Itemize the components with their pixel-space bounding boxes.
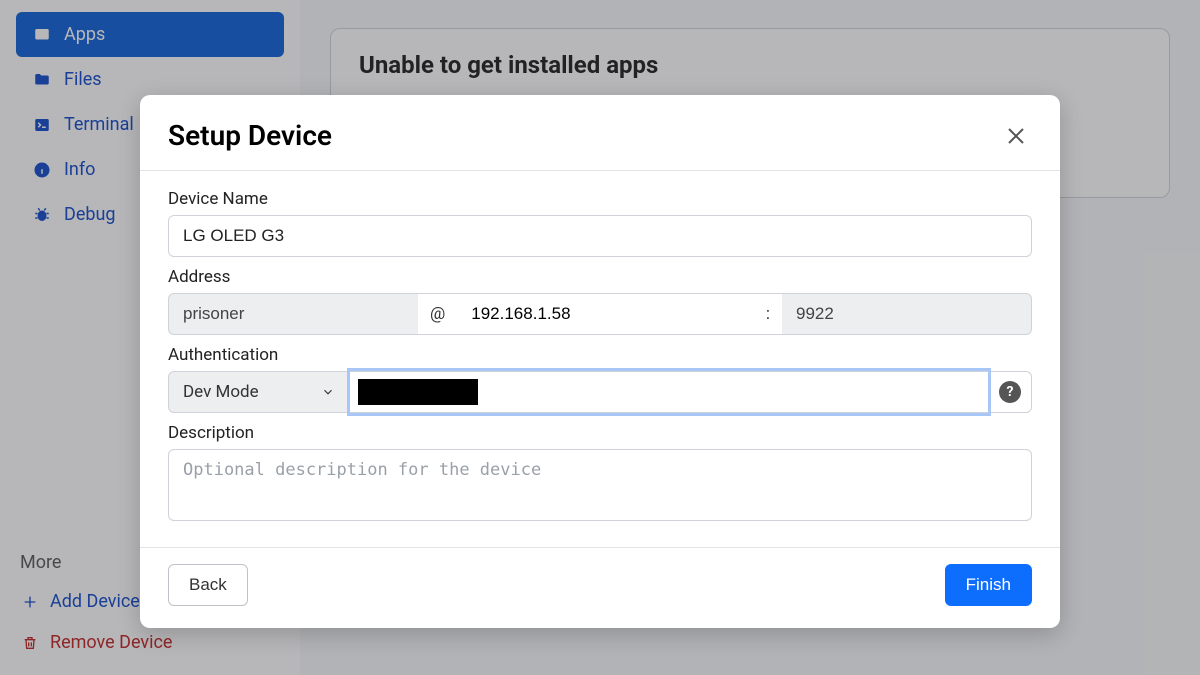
address-colon-separator: : (754, 293, 782, 335)
auth-help-button[interactable]: ? (988, 371, 1032, 413)
address-ip-input[interactable] (457, 293, 754, 335)
address-label: Address (168, 267, 1032, 287)
authentication-row: Dev Mode ? (168, 371, 1032, 413)
finish-button[interactable]: Finish (945, 564, 1032, 606)
setup-device-modal: Setup Device Device Name Address @ : Aut… (140, 95, 1060, 628)
help-icon: ? (999, 381, 1021, 403)
description-textarea[interactable] (168, 449, 1032, 521)
modal-body: Device Name Address @ : Authentication D… (140, 171, 1060, 547)
address-at-separator: @ (418, 293, 457, 335)
device-name-label: Device Name (168, 189, 1032, 209)
modal-header: Setup Device (140, 95, 1060, 171)
modal-overlay[interactable]: Setup Device Device Name Address @ : Aut… (0, 0, 1200, 675)
close-icon (1004, 124, 1028, 148)
authentication-label: Authentication (168, 345, 1032, 365)
address-user-input[interactable] (168, 293, 418, 335)
description-label: Description (168, 423, 1032, 443)
auth-mode-select[interactable]: Dev Mode (168, 371, 350, 413)
modal-title: Setup Device (168, 119, 332, 152)
auth-mode-selected: Dev Mode (183, 382, 259, 402)
modal-footer: Back Finish (140, 547, 1060, 628)
address-row: @ : (168, 293, 1032, 335)
chevron-down-icon (321, 385, 335, 399)
auth-value-redacted (358, 379, 478, 405)
back-button[interactable]: Back (168, 564, 248, 606)
close-button[interactable] (1000, 120, 1032, 152)
auth-value-input[interactable] (350, 371, 988, 413)
device-name-input[interactable] (168, 215, 1032, 257)
address-port-input[interactable] (782, 293, 1032, 335)
